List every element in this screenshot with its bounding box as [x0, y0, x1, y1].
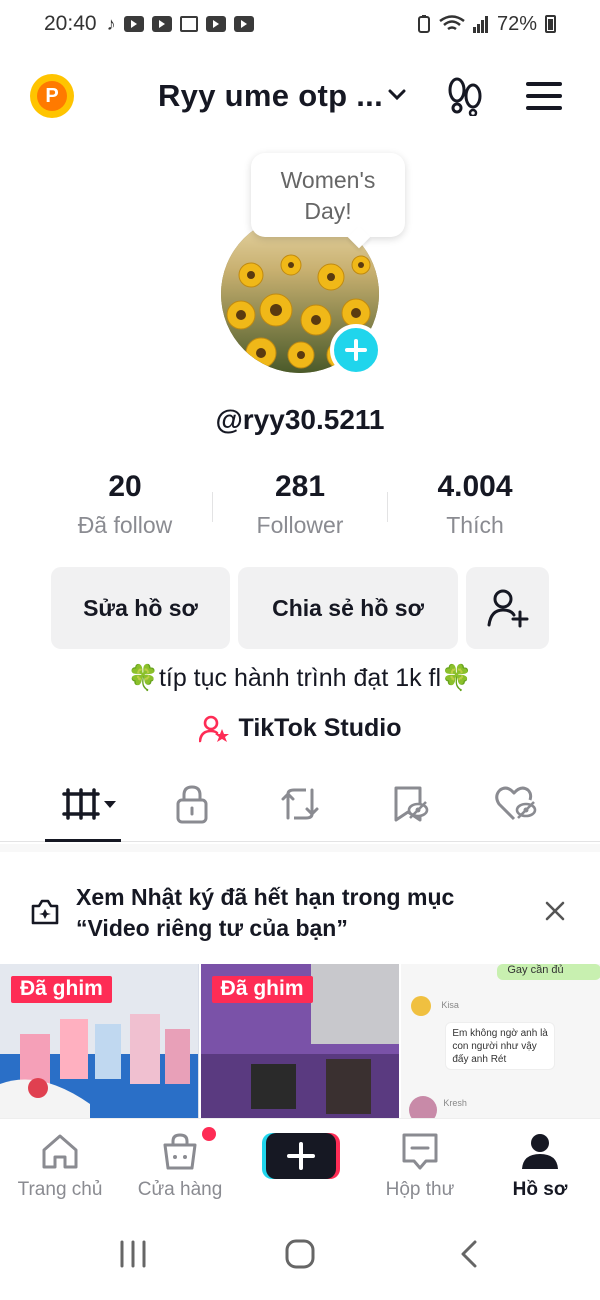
shop-icon: [163, 1133, 197, 1170]
add-avatar-button[interactable]: [330, 324, 382, 376]
notice-line: Xem Nhật ký đã hết hạn trong mục: [76, 884, 455, 910]
nav-shop[interactable]: Cửa hàng: [120, 1119, 240, 1211]
favorites-icon: [394, 786, 429, 822]
stat-value: 281: [274, 470, 326, 503]
nav-label: Hộp thư: [385, 1179, 455, 1200]
tab-videos[interactable]: [62, 782, 120, 826]
coin-letter: P: [37, 81, 67, 111]
nav-label: Hồ sơ: [512, 1179, 568, 1200]
status-time: 20:40: [44, 12, 97, 35]
liked-icon: [495, 786, 537, 821]
tiktok-notification-icon: ♪: [106, 13, 116, 34]
home-system-icon[interactable]: [284, 1238, 316, 1270]
footprint-icon[interactable]: [446, 76, 484, 116]
share-profile-button[interactable]: Chia sẻ hồ sơ: [238, 567, 458, 649]
signal-icon: [472, 16, 488, 33]
stat-label: Thích: [446, 512, 504, 538]
nav-label: Cửa hàng: [137, 1179, 223, 1200]
profile-stats: 20 Đã follow 281 Follower 4.004 Thích: [38, 470, 562, 550]
status-bar: 20:40 ♪ 72%: [0, 0, 600, 48]
status-left: 20:40 ♪: [44, 12, 254, 36]
nav-inbox[interactable]: Hộp thư: [360, 1119, 480, 1211]
chat-bubble-top: Gay cần đủ: [497, 964, 600, 980]
shop-notification-dot: [202, 1127, 216, 1141]
note-line: Day!: [304, 198, 352, 224]
active-tab-indicator: [45, 839, 121, 842]
lock-icon: [176, 785, 208, 824]
edit-profile-button[interactable]: Sửa hồ sơ: [51, 567, 230, 649]
pinned-badge: Đã ghim: [11, 976, 112, 1003]
profile-tabs: [0, 772, 600, 842]
chat-avatar: [409, 1096, 438, 1118]
tab-favorites[interactable]: [388, 782, 432, 826]
close-icon[interactable]: [544, 900, 566, 922]
bottom-nav: Trang chủ Cửa hàng Hộp thư Hồ sơ: [0, 1118, 600, 1210]
chat-name: Kisa: [441, 1000, 459, 1010]
tiktok-studio-link[interactable]: TikTok Studio: [0, 714, 600, 743]
add-friend-button[interactable]: [466, 567, 549, 649]
add-friend-icon: [487, 589, 528, 628]
gallery-notification-icon: [179, 16, 198, 32]
profile-bio: 🍀típ tục hành trình đạt 1k fl🍀: [127, 664, 473, 692]
chat-name: Kresh: [443, 1098, 467, 1108]
inbox-icon: [402, 1133, 438, 1170]
profile-actions: Sửa hồ sơ Chia sẻ hồ sơ: [51, 567, 549, 649]
account-switcher-title[interactable]: Ryy ume otp ...: [158, 78, 383, 114]
recent-apps-icon[interactable]: [118, 1240, 148, 1268]
youtube-notification-icon: [205, 16, 226, 32]
chat-message: Em không ngờ anh là con người như vậy đấ…: [445, 1022, 556, 1070]
profile-note-bubble[interactable]: Women's Day!: [251, 153, 405, 237]
tab-private[interactable]: [170, 782, 214, 826]
battery-saver-icon: [417, 15, 430, 33]
profile-icon: [522, 1134, 558, 1169]
videos-tab-icon: [62, 788, 116, 820]
system-nav-bar: [0, 1210, 600, 1300]
nav-profile[interactable]: Hồ sơ: [480, 1119, 600, 1211]
create-icon[interactable]: [262, 1131, 340, 1181]
stat-followers[interactable]: 281 Follower: [213, 470, 387, 550]
note-line: Women's: [280, 167, 376, 193]
chevron-down-icon[interactable]: [388, 86, 406, 104]
diary-icon: [31, 899, 59, 925]
video-thumbnail[interactable]: Gay cần đủ Kisa Em không ngờ anh là con …: [401, 964, 600, 1118]
back-icon[interactable]: [458, 1240, 480, 1268]
menu-icon[interactable]: [526, 82, 562, 110]
notice-line: “Video riêng tư của bạn”: [76, 915, 348, 941]
tab-liked[interactable]: [494, 782, 538, 826]
chat-avatar: [411, 996, 432, 1016]
profile-handle: @ryy30.5211: [215, 404, 385, 435]
stat-value: 4.004: [437, 470, 513, 503]
video-thumbnail[interactable]: Đã ghim: [200, 964, 400, 1118]
youtube-notification-icon: [151, 16, 172, 32]
stat-label: Follower: [256, 512, 344, 538]
expired-diary-notice[interactable]: Xem Nhật ký đã hết hạn trong mục “Video …: [0, 844, 600, 964]
studio-label: TikTok Studio: [238, 714, 402, 742]
notice-text: Xem Nhật ký đã hết hạn trong mục “Video …: [76, 882, 516, 944]
youtube-notification-icon: [233, 16, 254, 32]
stat-label: Đã follow: [77, 512, 173, 538]
plus-icon: [345, 339, 367, 361]
youtube-notification-icon: [123, 16, 144, 32]
nav-home[interactable]: Trang chủ: [0, 1119, 120, 1211]
battery-icon: [545, 15, 556, 33]
stat-likes[interactable]: 4.004 Thích: [388, 470, 562, 550]
stat-following[interactable]: 20 Đã follow: [38, 470, 212, 550]
video-grid: Đã ghim Đã ghim Gay cần đủ Kisa Em không…: [0, 964, 600, 1118]
home-icon: [42, 1134, 78, 1169]
repost-icon: [281, 788, 319, 820]
stat-value: 20: [108, 470, 142, 503]
battery-percent: 72%: [496, 12, 537, 35]
video-thumbnail[interactable]: Đã ghim: [0, 964, 199, 1118]
studio-icon: [198, 715, 229, 742]
profile-header: P Ryy ume otp ...: [0, 60, 600, 132]
wifi-icon: [439, 15, 465, 31]
nav-label: Trang chủ: [17, 1179, 103, 1200]
pinned-badge: Đã ghim: [211, 976, 313, 1003]
tab-reposts[interactable]: [278, 782, 322, 826]
status-right: 72%: [417, 13, 556, 36]
coin-icon[interactable]: P: [30, 74, 74, 118]
